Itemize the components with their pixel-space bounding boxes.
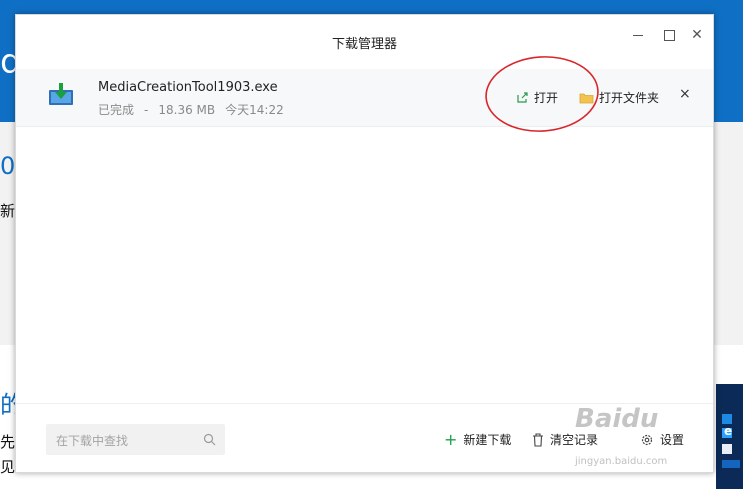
search-box[interactable] bbox=[46, 424, 225, 457]
open-external-icon bbox=[517, 92, 528, 103]
background-char: 新 bbox=[0, 202, 16, 220]
open-button[interactable]: 打开 bbox=[516, 89, 558, 106]
settings-label: 设置 bbox=[660, 433, 685, 447]
new-download-label: 新建下载 bbox=[463, 433, 512, 447]
watermark-logo: Baidu bbox=[575, 404, 659, 434]
plus-icon: + bbox=[444, 429, 458, 449]
background-char: 先 bbox=[0, 433, 16, 451]
minimize-icon[interactable] bbox=[628, 25, 648, 45]
folder-icon bbox=[579, 93, 594, 103]
download-meta: 已完成 -18.36 MB 今天14:22 bbox=[98, 101, 294, 118]
download-item[interactable]: MediaCreationTool1903.exe 已完成 -18.36 MB 今天… bbox=[16, 69, 713, 127]
download-status: 已完成 bbox=[98, 103, 135, 117]
background-digit: 0 bbox=[0, 152, 16, 180]
dialog-title: 下载管理器 bbox=[331, 37, 397, 52]
search-input[interactable] bbox=[46, 424, 208, 457]
open-folder-button[interactable]: 打开文件夹 bbox=[579, 89, 659, 106]
download-filename: MediaCreationTool1903.exe bbox=[98, 80, 278, 95]
download-time: 今天14:22 bbox=[225, 103, 284, 117]
trash-icon bbox=[533, 432, 543, 447]
background-screenshot-thumbnail: e bbox=[716, 384, 743, 489]
open-label: 打开 bbox=[534, 91, 559, 105]
meta-separator: - bbox=[144, 103, 149, 117]
gear-icon bbox=[641, 434, 653, 445]
search-icon[interactable] bbox=[203, 433, 216, 446]
open-folder-label: 打开文件夹 bbox=[599, 91, 660, 105]
background-char: 见 bbox=[0, 458, 16, 476]
maximize-icon[interactable] bbox=[659, 25, 679, 45]
new-download-button[interactable]: + 新建下载 bbox=[444, 431, 511, 448]
installer-file-icon bbox=[49, 83, 73, 105]
remove-item-button[interactable]: × bbox=[679, 86, 691, 102]
watermark-site: jingyan.baidu.com bbox=[575, 456, 668, 467]
close-icon[interactable]: ✕ bbox=[687, 25, 707, 45]
download-size: 18.36 MB bbox=[158, 103, 216, 117]
